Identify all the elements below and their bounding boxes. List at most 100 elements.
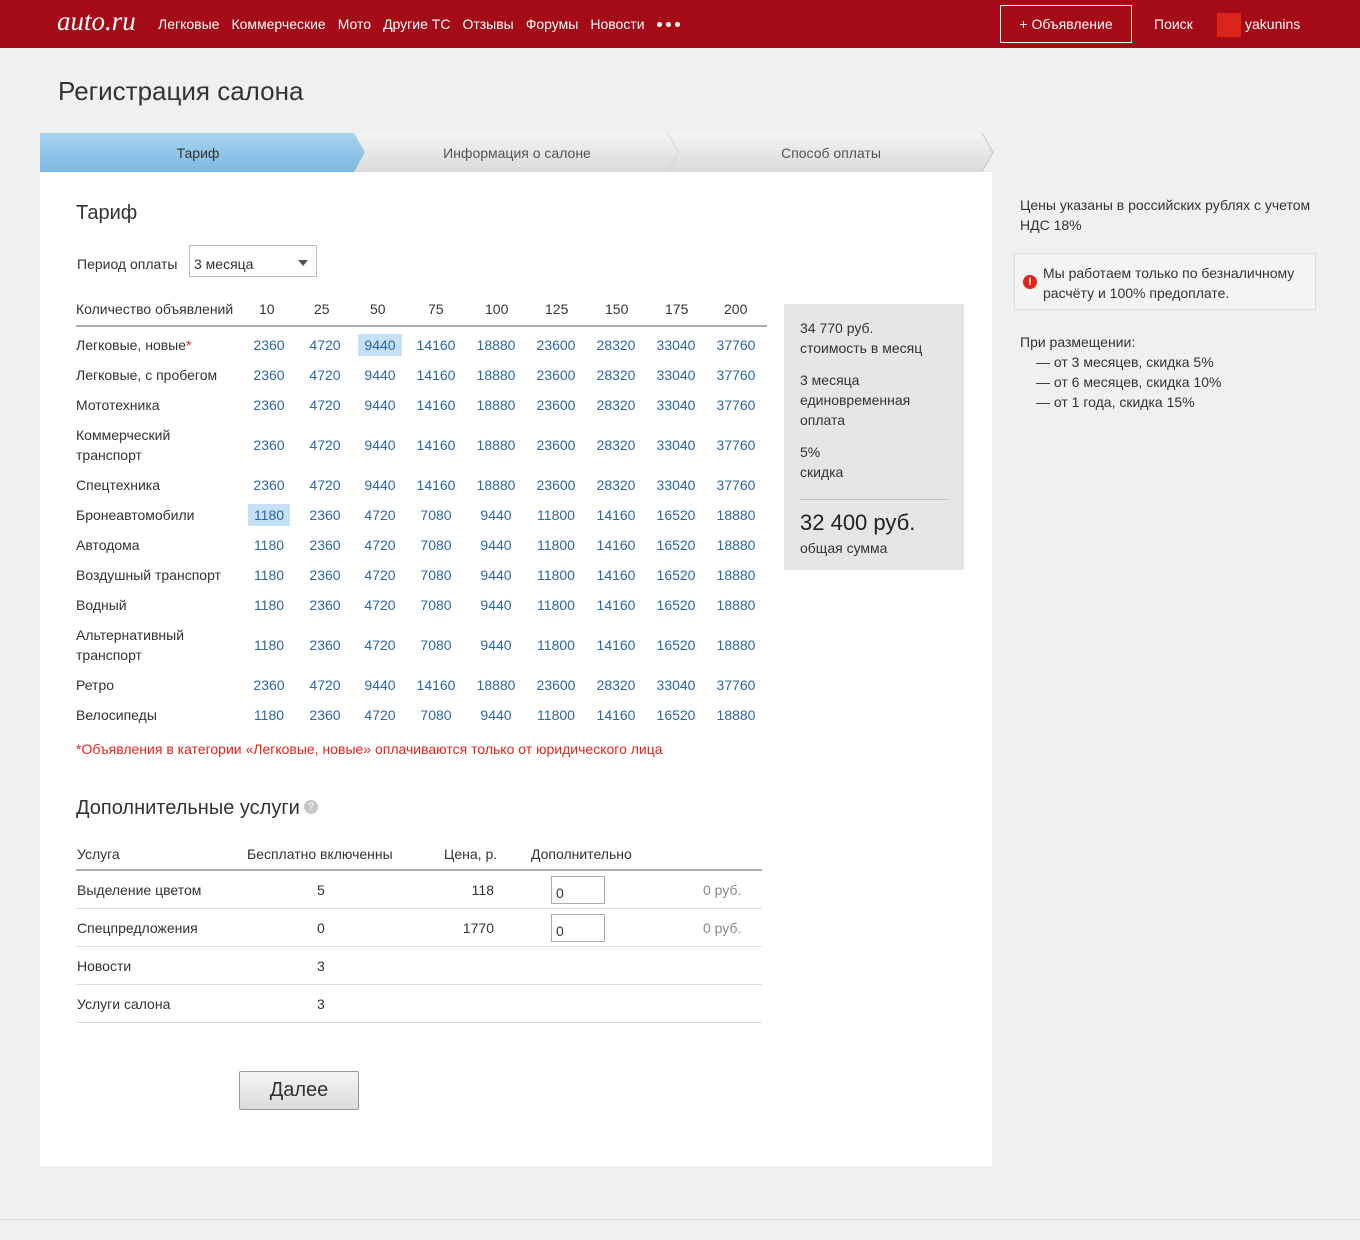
next-button[interactable]: Далее xyxy=(239,1071,359,1110)
user-name[interactable]: yakunins xyxy=(1245,16,1300,32)
tariff-price-cell[interactable]: 14160 xyxy=(414,474,458,496)
tariff-price-cell[interactable]: 4720 xyxy=(358,704,402,726)
tariff-price-cell[interactable]: 18880 xyxy=(714,504,758,526)
tariff-price-cell[interactable]: 23600 xyxy=(534,394,578,416)
tariff-price-cell[interactable]: 7080 xyxy=(414,504,458,526)
tariff-price-cell[interactable]: 23600 xyxy=(534,674,578,696)
tariff-price-cell[interactable]: 28320 xyxy=(594,674,638,696)
add-listing-button[interactable]: + Объявление xyxy=(1000,5,1132,43)
tariff-price-cell[interactable]: 23600 xyxy=(534,474,578,496)
tariff-price-cell[interactable]: 9440 xyxy=(474,634,518,656)
more-dots-icon[interactable] xyxy=(656,21,680,27)
tariff-price-cell[interactable]: 14160 xyxy=(594,634,638,656)
tariff-price-cell[interactable]: 1180 xyxy=(248,704,290,726)
step-tariff[interactable]: Тариф xyxy=(40,133,366,172)
tariff-price-cell[interactable]: 37760 xyxy=(714,434,758,456)
search-link[interactable]: Поиск xyxy=(1154,16,1193,32)
nav-link-commercial[interactable]: Коммерческие xyxy=(231,16,325,32)
tariff-price-cell[interactable]: 9440 xyxy=(358,474,402,496)
tariff-price-cell[interactable]: 4720 xyxy=(304,434,346,456)
tariff-price-cell[interactable]: 28320 xyxy=(594,434,638,456)
tariff-price-cell[interactable]: 2360 xyxy=(304,564,346,586)
tariff-price-cell[interactable]: 4720 xyxy=(304,674,346,696)
tariff-price-cell[interactable]: 14160 xyxy=(414,674,458,696)
tariff-price-cell[interactable]: 14160 xyxy=(594,704,638,726)
tariff-price-cell[interactable]: 11800 xyxy=(534,564,578,586)
tariff-price-cell[interactable]: 16520 xyxy=(654,504,698,526)
tariff-price-cell[interactable]: 37760 xyxy=(714,394,758,416)
tariff-price-cell[interactable]: 33040 xyxy=(654,394,698,416)
tariff-price-cell[interactable]: 23600 xyxy=(534,434,578,456)
tariff-price-cell[interactable]: 18880 xyxy=(474,364,518,386)
tariff-price-cell[interactable]: 2360 xyxy=(304,634,346,656)
tariff-price-cell[interactable]: 9440 xyxy=(474,504,518,526)
extra-quantity-input[interactable]: 0 xyxy=(551,876,605,904)
tariff-price-cell[interactable]: 11800 xyxy=(534,504,578,526)
tariff-price-cell[interactable]: 4720 xyxy=(304,334,346,356)
tariff-price-cell[interactable]: 2360 xyxy=(248,434,290,456)
step-payment-method[interactable]: Способ оплаты xyxy=(668,133,994,172)
tariff-price-cell[interactable]: 9440 xyxy=(358,434,402,456)
tariff-price-cell[interactable]: 18880 xyxy=(714,594,758,616)
tariff-price-cell[interactable]: 2360 xyxy=(248,674,290,696)
tariff-price-cell[interactable]: 7080 xyxy=(414,704,458,726)
tariff-price-cell[interactable]: 4720 xyxy=(358,634,402,656)
tariff-price-cell[interactable]: 33040 xyxy=(654,474,698,496)
tariff-price-cell[interactable]: 16520 xyxy=(654,704,698,726)
tariff-price-cell[interactable]: 2360 xyxy=(304,704,346,726)
tariff-price-cell[interactable]: 4720 xyxy=(358,564,402,586)
tariff-price-cell[interactable]: 37760 xyxy=(714,674,758,696)
tariff-price-cell[interactable]: 4720 xyxy=(304,474,346,496)
tariff-price-cell[interactable]: 28320 xyxy=(594,474,638,496)
nav-link-forums[interactable]: Форумы xyxy=(526,16,579,32)
tariff-price-cell[interactable]: 18880 xyxy=(474,674,518,696)
tariff-price-cell[interactable]: 16520 xyxy=(654,564,698,586)
tariff-price-cell[interactable]: 14160 xyxy=(414,364,458,386)
tariff-price-cell[interactable]: 2360 xyxy=(248,474,290,496)
tariff-price-cell[interactable]: 16520 xyxy=(654,594,698,616)
tariff-price-cell[interactable]: 18880 xyxy=(714,704,758,726)
tariff-price-cell[interactable]: 9440 xyxy=(474,534,518,556)
nav-link-other-vehicles[interactable]: Другие ТС xyxy=(383,16,450,32)
tariff-price-cell[interactable]: 1180 xyxy=(248,564,290,586)
tariff-price-cell[interactable]: 11800 xyxy=(534,704,578,726)
tariff-price-cell[interactable]: 11800 xyxy=(534,594,578,616)
tariff-price-cell[interactable]: 18880 xyxy=(714,534,758,556)
tariff-price-cell[interactable]: 37760 xyxy=(714,474,758,496)
tariff-price-cell[interactable]: 9440 xyxy=(358,334,402,356)
tariff-price-cell[interactable]: 18880 xyxy=(714,564,758,586)
tariff-price-cell[interactable]: 33040 xyxy=(654,334,698,356)
tariff-price-cell[interactable]: 7080 xyxy=(414,534,458,556)
tariff-price-cell[interactable]: 23600 xyxy=(534,364,578,386)
tariff-price-cell[interactable]: 4720 xyxy=(304,394,346,416)
tariff-price-cell[interactable]: 14160 xyxy=(594,594,638,616)
tariff-price-cell[interactable]: 2360 xyxy=(248,394,290,416)
tariff-price-cell[interactable]: 9440 xyxy=(474,704,518,726)
tariff-price-cell[interactable]: 14160 xyxy=(414,434,458,456)
tariff-price-cell[interactable]: 2360 xyxy=(304,534,346,556)
tariff-price-cell[interactable]: 9440 xyxy=(358,364,402,386)
tariff-price-cell[interactable]: 9440 xyxy=(358,674,402,696)
tariff-price-cell[interactable]: 1180 xyxy=(248,634,290,656)
help-icon[interactable]: ? xyxy=(304,800,318,814)
tariff-price-cell[interactable]: 9440 xyxy=(358,394,402,416)
extra-quantity-input[interactable]: 0 xyxy=(551,914,605,942)
tariff-price-cell[interactable]: 14160 xyxy=(594,534,638,556)
tariff-price-cell[interactable]: 7080 xyxy=(414,594,458,616)
tariff-price-cell[interactable]: 18880 xyxy=(474,334,518,356)
tariff-price-cell[interactable]: 28320 xyxy=(594,394,638,416)
tariff-price-cell[interactable]: 14160 xyxy=(594,504,638,526)
tariff-price-cell[interactable]: 16520 xyxy=(654,534,698,556)
step-salon-info[interactable]: Информация о салоне xyxy=(354,133,680,172)
tariff-price-cell[interactable]: 18880 xyxy=(714,634,758,656)
tariff-price-cell[interactable]: 28320 xyxy=(594,334,638,356)
site-logo[interactable]: auto.ru xyxy=(57,6,136,37)
tariff-price-cell[interactable]: 4720 xyxy=(358,504,402,526)
tariff-price-cell[interactable]: 37760 xyxy=(714,364,758,386)
tariff-price-cell[interactable]: 1180 xyxy=(248,504,290,526)
tariff-price-cell[interactable]: 28320 xyxy=(594,364,638,386)
tariff-price-cell[interactable]: 2360 xyxy=(248,334,290,356)
tariff-price-cell[interactable]: 14160 xyxy=(414,394,458,416)
period-select[interactable]: 3 месяца xyxy=(189,245,317,277)
tariff-price-cell[interactable]: 14160 xyxy=(594,564,638,586)
